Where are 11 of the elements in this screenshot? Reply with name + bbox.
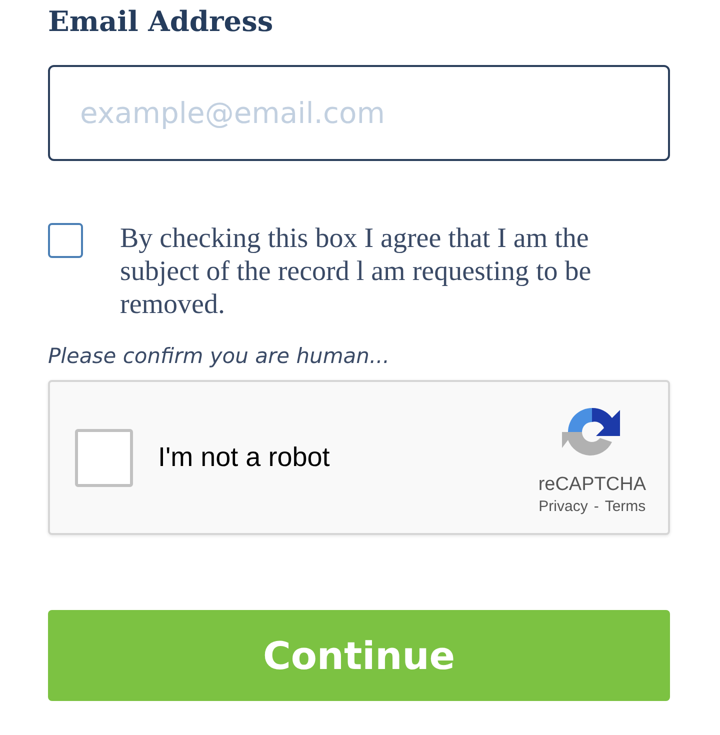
- separator: -: [594, 498, 599, 515]
- checkbox[interactable]: [75, 428, 133, 486]
- field-label: Email Address: [48, 4, 274, 40]
- footer-link[interactable]: Terms: [604, 498, 646, 515]
- email-field[interactable]: example@email.com: [48, 65, 670, 161]
- footer-link[interactable]: Privacy: [538, 498, 588, 515]
- checkbox[interactable]: [48, 223, 83, 258]
- captcha-prompt: Please confirm you are human...: [48, 343, 390, 370]
- checkbox-label: I'm not a robot: [158, 442, 330, 473]
- brand-name: reCAPTCHA: [538, 474, 646, 496]
- consent-text: By checking this box I agree that I am the subject of the record l am requesting to be removed.: [120, 222, 592, 321]
